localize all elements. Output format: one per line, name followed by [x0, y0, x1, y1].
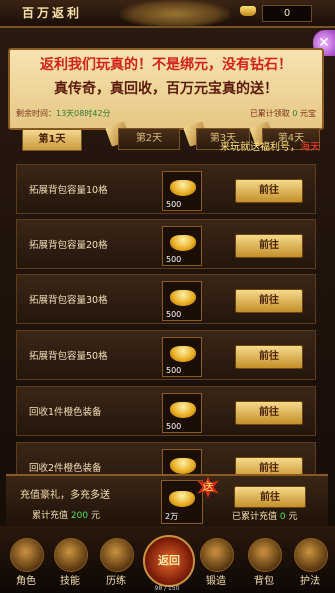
remaining-time-label: 剩余时间：: [16, 109, 56, 118]
dragon-emblem-icon: [120, 0, 230, 28]
task-row: 拓展背包容量30格 500 前往: [16, 274, 316, 324]
gold-ingot-icon: [170, 180, 196, 196]
back-button[interactable]: 返回: [143, 535, 195, 587]
reward-qty: 500: [166, 310, 182, 319]
banner-headline: 返利我们玩真的！不是绑元，没有钻石！: [40, 57, 292, 73]
task-list[interactable]: 拓展背包容量10格 500 前往 拓展背包容量20格 500 前往 拓展背包容量…: [16, 158, 316, 490]
task-label: 回收1件橙色装备: [29, 407, 102, 418]
recharge-total-label: 累计充值: [32, 511, 69, 521]
task-label: 拓展背包容量10格: [29, 185, 108, 196]
bag-icon: [248, 538, 282, 572]
promo-banner: 返利我们玩真的！不是绑元，没有钻石！ 真传奇，真回收，百万元宝真的送！ 剩余时间…: [8, 48, 324, 130]
scrolling-notice: 来玩就送福利号，海天: [220, 138, 335, 152]
nav-label: 锻造: [206, 576, 226, 587]
gold-ingot-icon: [240, 6, 256, 16]
task-row: 回收1件橙色装备 500 前往: [16, 386, 316, 436]
nav-item-bag[interactable]: 背包: [244, 538, 284, 588]
reward-qty: 500: [166, 255, 182, 264]
banner-subheadline: 真传奇，真回收，百万元宝真的送！: [54, 81, 278, 97]
task-label: 拓展背包容量30格: [29, 295, 108, 306]
gold-balance: 0: [262, 5, 312, 22]
training-swords-icon: [100, 538, 134, 572]
gold-ingot-icon: [170, 290, 196, 306]
reward-qty: 500: [166, 422, 182, 431]
task-label: 拓展背包容量20格: [29, 240, 108, 251]
nav-label: 护法: [300, 576, 320, 587]
reward-slot[interactable]: 500: [162, 281, 202, 321]
top-bar: 百万返利 0: [0, 0, 335, 28]
tab-day-1[interactable]: 第1天: [22, 129, 82, 151]
recharge-claimed-label: 已累计充值: [232, 512, 278, 522]
nav-item-forge[interactable]: 锻造: [196, 538, 236, 588]
reward-qty: 500: [166, 366, 182, 375]
recharge-reward-slot[interactable]: 2万: [161, 480, 203, 524]
reward-qty: 500: [166, 200, 182, 209]
task-row: 拓展背包容量10格 500 前往: [16, 164, 316, 214]
reward-slot[interactable]: 500: [162, 226, 202, 266]
remaining-time: 剩余时间：13天08时42分: [16, 108, 111, 119]
go-button[interactable]: 前往: [235, 345, 303, 369]
task-label: 回收2件橙色装备: [29, 463, 102, 474]
reward-slot[interactable]: 500: [162, 171, 202, 211]
recharge-claimed-unit: 元: [288, 512, 298, 522]
claimed-total-unit: 元宝: [300, 109, 316, 118]
go-button[interactable]: 前往: [235, 401, 303, 425]
recharge-total-unit: 元: [90, 511, 100, 521]
gold-ingot-icon: [170, 235, 196, 251]
nav-label: 技能: [60, 576, 80, 587]
page-title: 百万返利: [22, 6, 83, 20]
skill-book-icon: [54, 538, 88, 572]
claimed-total: 已累计领取 0 元宝: [250, 108, 316, 119]
recharge-reward-qty: 2万: [165, 512, 179, 521]
nav-label: 背包: [254, 576, 274, 587]
game-window: 百万返利 0 ✕ 返利我们玩真的！不是绑元，没有钻石！ 真传奇，真回收，百万元宝…: [0, 0, 335, 593]
claimed-total-label: 已累计领取: [249, 109, 290, 118]
remaining-time-value: 13天08时42分: [56, 109, 111, 118]
nav-item-training[interactable]: 历练: [96, 538, 136, 588]
notice-text: 来玩就送福利号，: [220, 142, 300, 152]
gold-ingot-icon: [170, 402, 196, 418]
recharge-go-button[interactable]: 前往: [234, 486, 306, 508]
recharge-title: 充值豪礼，多充多送: [20, 490, 110, 501]
gold-ingot-icon: [170, 458, 196, 474]
go-button[interactable]: 前往: [235, 289, 303, 313]
notice-highlight: 海天: [300, 142, 320, 152]
gold-ingot-icon: [170, 346, 196, 362]
reward-slot[interactable]: 500: [162, 393, 202, 433]
task-label: 拓展背包容量50格: [29, 351, 108, 362]
nav-item-skill[interactable]: 技能: [50, 538, 90, 588]
recharge-claimed-value: 0: [279, 512, 286, 522]
task-row: 拓展背包容量20格 500 前往: [16, 219, 316, 269]
back-label: 返回: [158, 554, 180, 567]
forge-icon: [200, 538, 234, 572]
nav-item-character[interactable]: 角色: [6, 538, 46, 588]
bag-capacity: 98 / 150: [154, 585, 180, 592]
character-icon: [10, 538, 44, 572]
reward-slot[interactable]: 500: [162, 337, 202, 377]
nav-label: 历练: [106, 576, 126, 587]
recharge-claimed: 已累计充值 0 元: [232, 509, 298, 522]
recharge-panel: 充值豪礼，多充多送 累计充值 200 元 2万 送 前往 已累计充值 0 元: [6, 474, 328, 528]
recharge-total-value: 200: [70, 511, 89, 521]
claimed-total-value: 0: [292, 109, 298, 118]
guardian-icon: [294, 538, 328, 572]
go-button[interactable]: 前往: [235, 179, 303, 203]
gold-ingot-icon: [169, 491, 195, 507]
go-button[interactable]: 前往: [235, 234, 303, 258]
tab-day-2[interactable]: 第2天: [118, 128, 180, 150]
recharge-total: 累计充值 200 元: [32, 508, 100, 521]
task-row: 拓展背包容量50格 500 前往: [16, 330, 316, 380]
nav-item-guardian[interactable]: 护法: [290, 538, 330, 588]
